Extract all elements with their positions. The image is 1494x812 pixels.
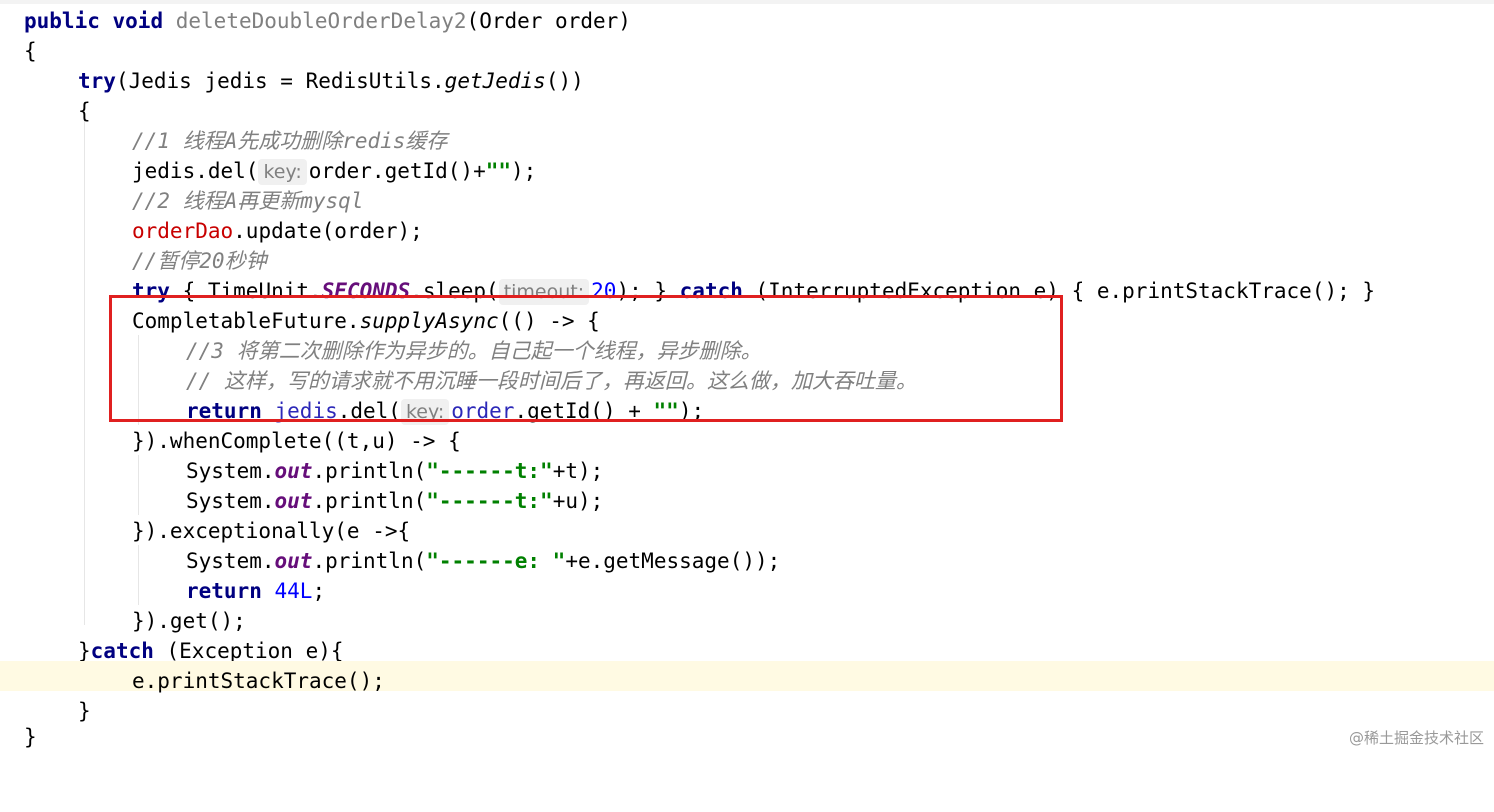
code-line-4: { — [0, 96, 1494, 126]
code-text: ); — [511, 159, 537, 183]
code-line-7: //2 线程A再更新mysql — [0, 186, 1494, 216]
code-line-9: //暂停20秒钟 — [0, 246, 1494, 276]
code-text: .sleep( — [410, 279, 499, 303]
code-line-2: { — [0, 36, 1494, 66]
brace: { — [78, 99, 91, 123]
top-rule — [0, 0, 1494, 4]
string-literal: "" — [653, 399, 679, 423]
code-text: .del( — [337, 399, 401, 423]
static-field: out — [274, 549, 313, 573]
code-line-20: return 44L; — [0, 576, 1494, 606]
watermark: @稀土掘金技术社区 — [1348, 729, 1484, 747]
code-line-10: try { TimeUnit.SECONDS.sleep(timeout: 20)… — [0, 276, 1494, 306]
code-line-13: // 这样，写的请求就不用沉睡一段时间后了，再返回。这么做，加大吞吐量。 — [0, 366, 1494, 396]
method-name: deleteDoubleOrderDelay2 — [175, 9, 467, 33]
code-text: .println( — [312, 549, 427, 573]
code-line-15: }).whenComplete((t,u) -> { — [0, 426, 1494, 456]
code-line-5: //1 线程A先成功删除redis缓存 — [0, 126, 1494, 156]
captured-variable: order — [451, 399, 515, 423]
keyword: try — [132, 279, 170, 303]
code-text: ; — [312, 579, 326, 603]
code-line-12: //3 将第二次删除作为异步的。自己起一个线程，异步删除。 — [0, 336, 1494, 366]
parameter-hint: key: — [258, 159, 307, 185]
code-text: System. — [186, 489, 275, 513]
code-text: ()) — [545, 69, 584, 93]
keyword: catch — [679, 279, 743, 303]
number-literal: 44L — [274, 579, 313, 603]
code-text: (InterruptedException e) { e.printStackT… — [742, 279, 1376, 303]
keyword: void — [112, 9, 164, 33]
parameter-hint: key: — [400, 399, 450, 425]
code-text: +e.getMessage()); — [565, 549, 781, 573]
brace: { — [24, 39, 37, 63]
code-text: { TimeUnit. — [169, 279, 322, 303]
code-text: CompletableFuture. — [132, 309, 360, 333]
static-method: supplyAsync — [359, 309, 499, 333]
brace: } — [24, 725, 37, 749]
code-text: +u); — [552, 489, 604, 513]
parameter-hint: timeout: — [498, 279, 590, 305]
static-method: getJedis — [444, 69, 546, 93]
code-line-14: return jedis.del(key: order.getId() + "")… — [0, 396, 1494, 426]
static-field: out — [274, 459, 313, 483]
brace: } — [78, 639, 91, 663]
keyword: return — [186, 579, 262, 603]
code-text: .println( — [312, 459, 427, 483]
string-literal: "------e: " — [426, 549, 566, 573]
field-reference: orderDao — [132, 219, 234, 243]
code-text: order.getId()+ — [308, 159, 486, 183]
code-text: System. — [186, 549, 275, 573]
code-line-19: System.out.println("------e: "+e.getMess… — [0, 546, 1494, 576]
code-comment: //暂停20秒钟 — [132, 249, 267, 273]
code-line-18: }).exceptionally(e ->{ — [0, 516, 1494, 546]
number-literal: 20 — [591, 279, 617, 303]
code-line-3: try(Jedis jedis = RedisUtils.getJedis()) — [0, 66, 1494, 96]
string-literal: "" — [485, 159, 512, 183]
keyword: catch — [90, 639, 154, 663]
code-text: (() -> { — [498, 309, 600, 333]
string-literal: "------t:" — [426, 489, 553, 513]
code-text: ); — [678, 399, 705, 423]
code-line-23: e.printStackTrace(); — [0, 666, 1494, 696]
code-text: System. — [186, 459, 275, 483]
code-line-1: public void deleteDoubleOrderDelay2(Orde… — [0, 6, 1494, 36]
string-literal: "------t:" — [426, 459, 553, 483]
code-line-17: System.out.println("------t:"+u); — [0, 486, 1494, 516]
code-line-25: } — [0, 722, 1494, 752]
code-text: }).whenComplete((t,u) -> { — [132, 429, 461, 453]
keyword: try — [78, 69, 116, 93]
static-field: SECONDS — [321, 279, 411, 303]
code-text: (Jedis jedis = RedisUtils. — [115, 69, 445, 93]
code-text: (Exception e){ — [153, 639, 344, 663]
code-text: }).exceptionally(e ->{ — [132, 519, 411, 543]
code-text: .update(order); — [233, 219, 423, 243]
code-line-11: CompletableFuture.supplyAsync(() -> { — [0, 306, 1494, 336]
code-text: e.printStackTrace(); — [132, 669, 385, 693]
static-field: out — [274, 489, 313, 513]
code-text: (Order order) — [466, 9, 631, 33]
keyword: public — [24, 9, 100, 33]
keyword: return — [186, 399, 262, 423]
code-editor[interactable]: public void deleteDoubleOrderDelay2(Orde… — [0, 0, 1494, 754]
code-text: ); } — [616, 279, 680, 303]
code-comment: // 这样，写的请求就不用沉睡一段时间后了，再返回。这么做，加大吞吐量。 — [186, 369, 917, 393]
code-line-21: }).get(); — [0, 606, 1494, 636]
code-text: .getId() + — [514, 399, 654, 423]
code-line-16: System.out.println("------t:"+t); — [0, 456, 1494, 486]
code-text: }).get(); — [132, 609, 246, 633]
code-comment: //3 将第二次删除作为异步的。自己起一个线程，异步删除。 — [186, 339, 762, 363]
code-text: +t); — [552, 459, 604, 483]
code-line-8: orderDao.update(order); — [0, 216, 1494, 246]
code-line-6: jedis.del(key: order.getId()+""); — [0, 156, 1494, 186]
code-comment: //1 线程A先成功删除redis缓存 — [132, 129, 448, 153]
captured-variable: jedis — [274, 399, 338, 423]
code-comment: //2 线程A再更新mysql — [132, 189, 364, 213]
code-text: .println( — [312, 489, 427, 513]
code-text: jedis.del( — [132, 159, 259, 183]
